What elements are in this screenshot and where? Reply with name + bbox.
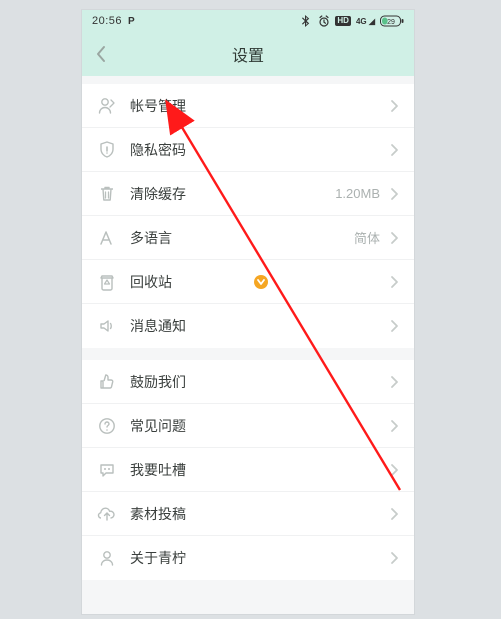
chevron-right-icon (386, 274, 402, 290)
battery-icon: 29 (380, 15, 404, 27)
upload-icon (96, 503, 118, 525)
settings-section-1: 鼓励我们 常见问题 我要吐槽 (82, 360, 414, 580)
shield-icon (96, 139, 118, 161)
settings-section-0: 帐号管理 隐私密码 清除缓存 1.20MB (82, 84, 414, 348)
bluetooth-icon (301, 15, 313, 27)
chevron-right-icon (386, 506, 402, 522)
row-recycle-bin[interactable]: 回收站 (82, 260, 414, 304)
chevron-right-icon (386, 374, 402, 390)
nav-bar: 设置 (82, 32, 414, 76)
row-label: 鼓励我们 (130, 372, 386, 392)
row-label: 清除缓存 (130, 184, 335, 204)
v-badge-icon (254, 275, 268, 289)
help-icon (96, 415, 118, 437)
chevron-right-icon (386, 550, 402, 566)
chevron-right-icon (386, 230, 402, 246)
row-account[interactable]: 帐号管理 (82, 84, 414, 128)
row-label: 关于青柠 (130, 548, 386, 568)
user-icon (96, 95, 118, 117)
hd-icon: HD (335, 16, 351, 26)
chevron-right-icon (386, 418, 402, 434)
status-indicator: P (128, 16, 135, 27)
row-label: 常见问题 (130, 416, 386, 436)
row-label: 素材投稿 (130, 504, 386, 524)
feedback-icon (96, 459, 118, 481)
row-value: 1.20MB (335, 186, 380, 201)
chevron-right-icon (386, 462, 402, 478)
about-icon (96, 547, 118, 569)
row-label: 我要吐槽 (130, 460, 386, 480)
row-clear-cache[interactable]: 清除缓存 1.20MB (82, 172, 414, 216)
row-notifications[interactable]: 消息通知 (82, 304, 414, 348)
row-language[interactable]: 多语言 简体 (82, 216, 414, 260)
row-feedback[interactable]: 我要吐槽 (82, 448, 414, 492)
signal-icon: 4G ◢ (356, 17, 375, 26)
phone-screen: 20:56 P HD 4G ◢ 29 (82, 10, 414, 614)
row-privacy[interactable]: 隐私密码 (82, 128, 414, 172)
chevron-right-icon (386, 318, 402, 334)
status-time: 20:56 (92, 15, 122, 27)
row-faq[interactable]: 常见问题 (82, 404, 414, 448)
thumbs-up-icon (96, 371, 118, 393)
row-submit-material[interactable]: 素材投稿 (82, 492, 414, 536)
row-label: 回收站 (130, 272, 248, 292)
page-wrapper: 20:56 P HD 4G ◢ 29 (0, 0, 501, 619)
alarm-icon (318, 15, 330, 27)
sound-icon (96, 315, 118, 337)
row-value: 简体 (354, 228, 380, 247)
chevron-right-icon (386, 98, 402, 114)
chevron-right-icon (386, 142, 402, 158)
row-encourage[interactable]: 鼓励我们 (82, 360, 414, 404)
row-label: 多语言 (130, 228, 354, 248)
page-title: 设置 (82, 42, 414, 66)
chevron-right-icon (386, 186, 402, 202)
recycle-icon (96, 271, 118, 293)
row-label: 帐号管理 (130, 96, 386, 116)
trash-icon (96, 183, 118, 205)
row-label: 隐私密码 (130, 140, 386, 160)
back-button[interactable] (82, 32, 120, 76)
status-right: HD 4G ◢ 29 (301, 15, 404, 27)
language-icon (96, 227, 118, 249)
svg-text:29: 29 (387, 19, 395, 26)
row-about[interactable]: 关于青柠 (82, 536, 414, 580)
status-bar: 20:56 P HD 4G ◢ 29 (82, 10, 414, 32)
settings-content: 帐号管理 隐私密码 清除缓存 1.20MB (82, 76, 414, 580)
row-label: 消息通知 (130, 316, 386, 336)
